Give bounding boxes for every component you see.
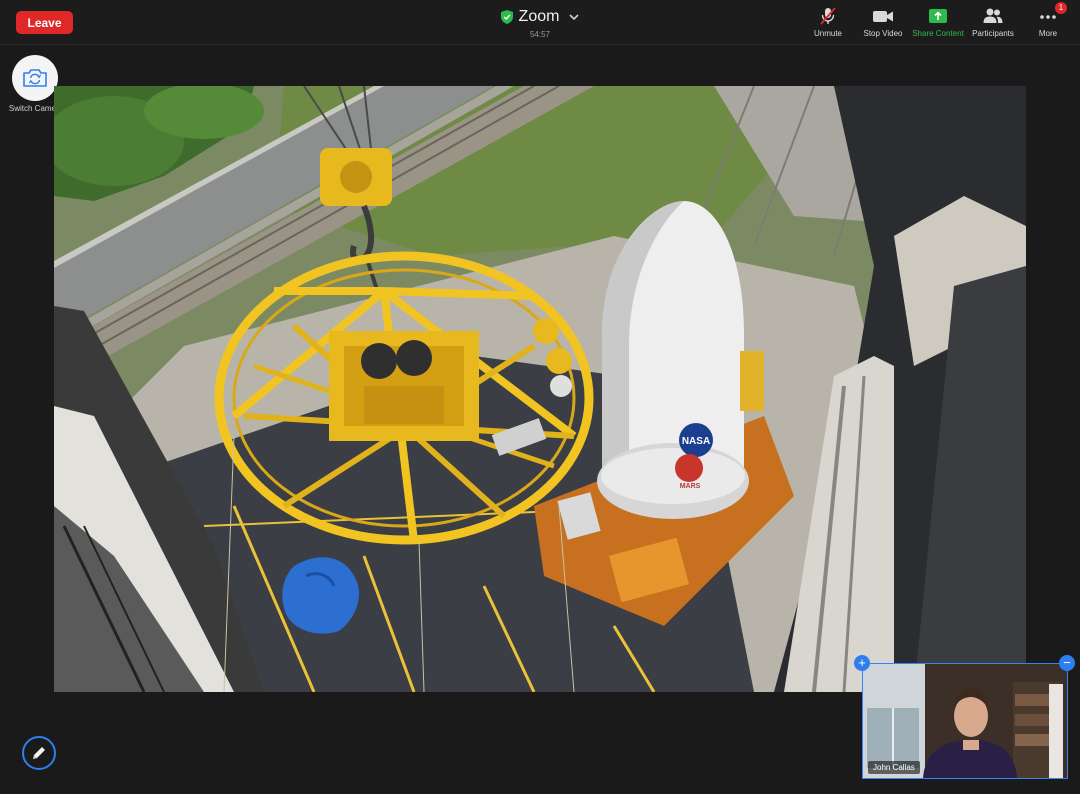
participants-icon xyxy=(983,8,1003,23)
share-screen-icon xyxy=(929,9,947,23)
mic-muted-icon xyxy=(820,7,836,25)
camera-rotate-icon xyxy=(23,69,47,87)
encryption-shield-icon xyxy=(500,10,513,24)
shared-photo: NASA MARS xyxy=(54,86,1026,692)
annotate-button[interactable] xyxy=(22,736,56,770)
expand-thumbnail-button[interactable]: + xyxy=(854,655,870,671)
mars-logo-text: MARS xyxy=(680,483,701,490)
collapse-thumbnail-button[interactable]: − xyxy=(1059,655,1075,671)
meeting-info-dropdown[interactable]: Zoom xyxy=(500,8,580,26)
app-title: Zoom xyxy=(518,8,560,25)
pencil-icon xyxy=(33,747,45,759)
notification-badge: 1 xyxy=(1055,2,1067,14)
unmute-label: Unmute xyxy=(813,29,842,38)
more-button[interactable]: 1 More xyxy=(1016,2,1080,38)
video-camera-icon xyxy=(873,11,893,22)
participant-name-tag: John Callas xyxy=(868,761,920,774)
more-label: More xyxy=(1038,29,1058,38)
stop-video-label: Stop Video xyxy=(863,29,903,38)
meeting-toolbar: Leave Zoom 54:57 Unmute Stop Video Share… xyxy=(0,0,1080,45)
switch-camera-button[interactable] xyxy=(12,55,58,101)
participant-video-thumbnail[interactable]: John Callas xyxy=(862,663,1068,779)
shared-screen-content: NASA MARS xyxy=(54,86,1026,692)
chevron-down-icon xyxy=(569,14,580,21)
participants-label: Participants xyxy=(972,29,1014,38)
nasa-logo-text: NASA xyxy=(682,436,710,447)
share-content-label: Share Content xyxy=(912,29,964,38)
